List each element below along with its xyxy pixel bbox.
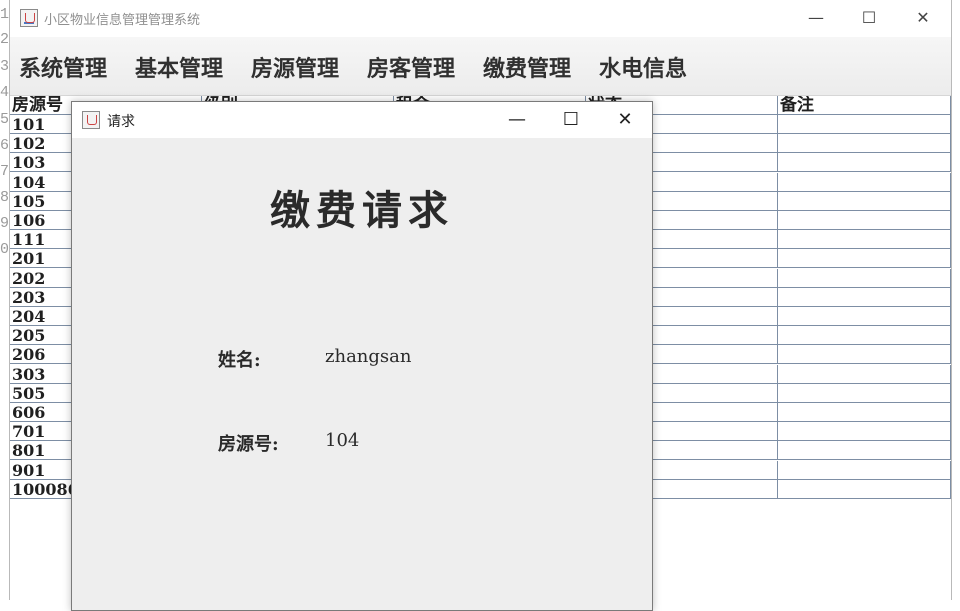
menu-system-management[interactable]: 系统管理	[19, 51, 107, 83]
table-cell[interactable]	[778, 383, 951, 403]
close-button[interactable]: ✕	[895, 0, 951, 36]
table-cell[interactable]	[778, 422, 951, 442]
name-label: 姓名:	[218, 350, 261, 371]
minimize-button[interactable]: —	[788, 0, 844, 36]
java-app-icon	[20, 9, 38, 27]
column-header-remark[interactable]: 备注	[778, 96, 951, 115]
line-number: 0	[0, 241, 10, 258]
line-number: 5	[0, 111, 10, 128]
java-app-icon	[82, 111, 100, 129]
payment-request-dialog: 请求 — ☐ ✕ 缴费请求 姓名: zhangsan 房源号: 104	[71, 101, 653, 611]
table-cell[interactable]	[778, 460, 951, 480]
menu-basic-management[interactable]: 基本管理	[135, 51, 223, 83]
menu-housing-management[interactable]: 房源管理	[251, 51, 339, 83]
name-value: zhangsan	[325, 346, 412, 367]
table-cell[interactable]	[778, 211, 951, 230]
table-cell[interactable]	[778, 364, 951, 384]
dialog-heading: 缴费请求	[270, 187, 454, 234]
line-number: 9	[0, 215, 10, 232]
room-number-label: 房源号:	[218, 434, 279, 455]
table-cell[interactable]	[778, 172, 951, 192]
line-number: 1	[0, 6, 10, 23]
table-cell[interactable]	[778, 403, 951, 422]
menu-payment-management[interactable]: 缴费管理	[483, 51, 571, 83]
dialog-titlebar[interactable]: 请求 — ☐ ✕	[72, 102, 652, 138]
table-cell[interactable]	[778, 153, 951, 173]
table-cell[interactable]	[778, 191, 951, 211]
dialog-close-button[interactable]: ✕	[598, 102, 652, 138]
line-number: 8	[0, 189, 10, 206]
main-titlebar[interactable]: 小区物业信息管理管理系统 — ☐ ✕	[10, 0, 951, 37]
table-cell[interactable]	[778, 345, 951, 365]
room-number-value: 104	[325, 430, 360, 451]
line-number: 3	[0, 58, 10, 75]
dialog-minimize-button[interactable]: —	[490, 102, 544, 138]
table-cell[interactable]	[778, 230, 951, 250]
line-number: 4	[0, 84, 10, 101]
table-cell[interactable]	[778, 307, 951, 326]
table-cell[interactable]	[778, 479, 951, 499]
table-cell[interactable]	[778, 249, 951, 269]
window-title: 小区物业信息管理管理系统	[44, 13, 201, 28]
line-number: 2	[0, 31, 10, 48]
menu-bar: 系统管理 基本管理 房源管理 房客管理 缴费管理 水电信息	[10, 37, 951, 96]
table-cell[interactable]	[778, 268, 951, 288]
dialog-title: 请求	[107, 114, 135, 130]
menu-tenant-management[interactable]: 房客管理	[367, 51, 455, 83]
table-cell[interactable]	[778, 134, 951, 154]
table-cell[interactable]	[778, 287, 951, 307]
menu-utility-info[interactable]: 水电信息	[599, 51, 687, 83]
table-cell[interactable]	[778, 326, 951, 346]
maximize-button[interactable]: ☐	[841, 0, 897, 36]
table-cell[interactable]	[778, 441, 951, 461]
table-cell[interactable]	[778, 115, 951, 134]
dialog-maximize-button[interactable]: ☐	[544, 102, 598, 138]
line-number: 7	[0, 163, 10, 180]
line-number: 6	[0, 137, 10, 154]
